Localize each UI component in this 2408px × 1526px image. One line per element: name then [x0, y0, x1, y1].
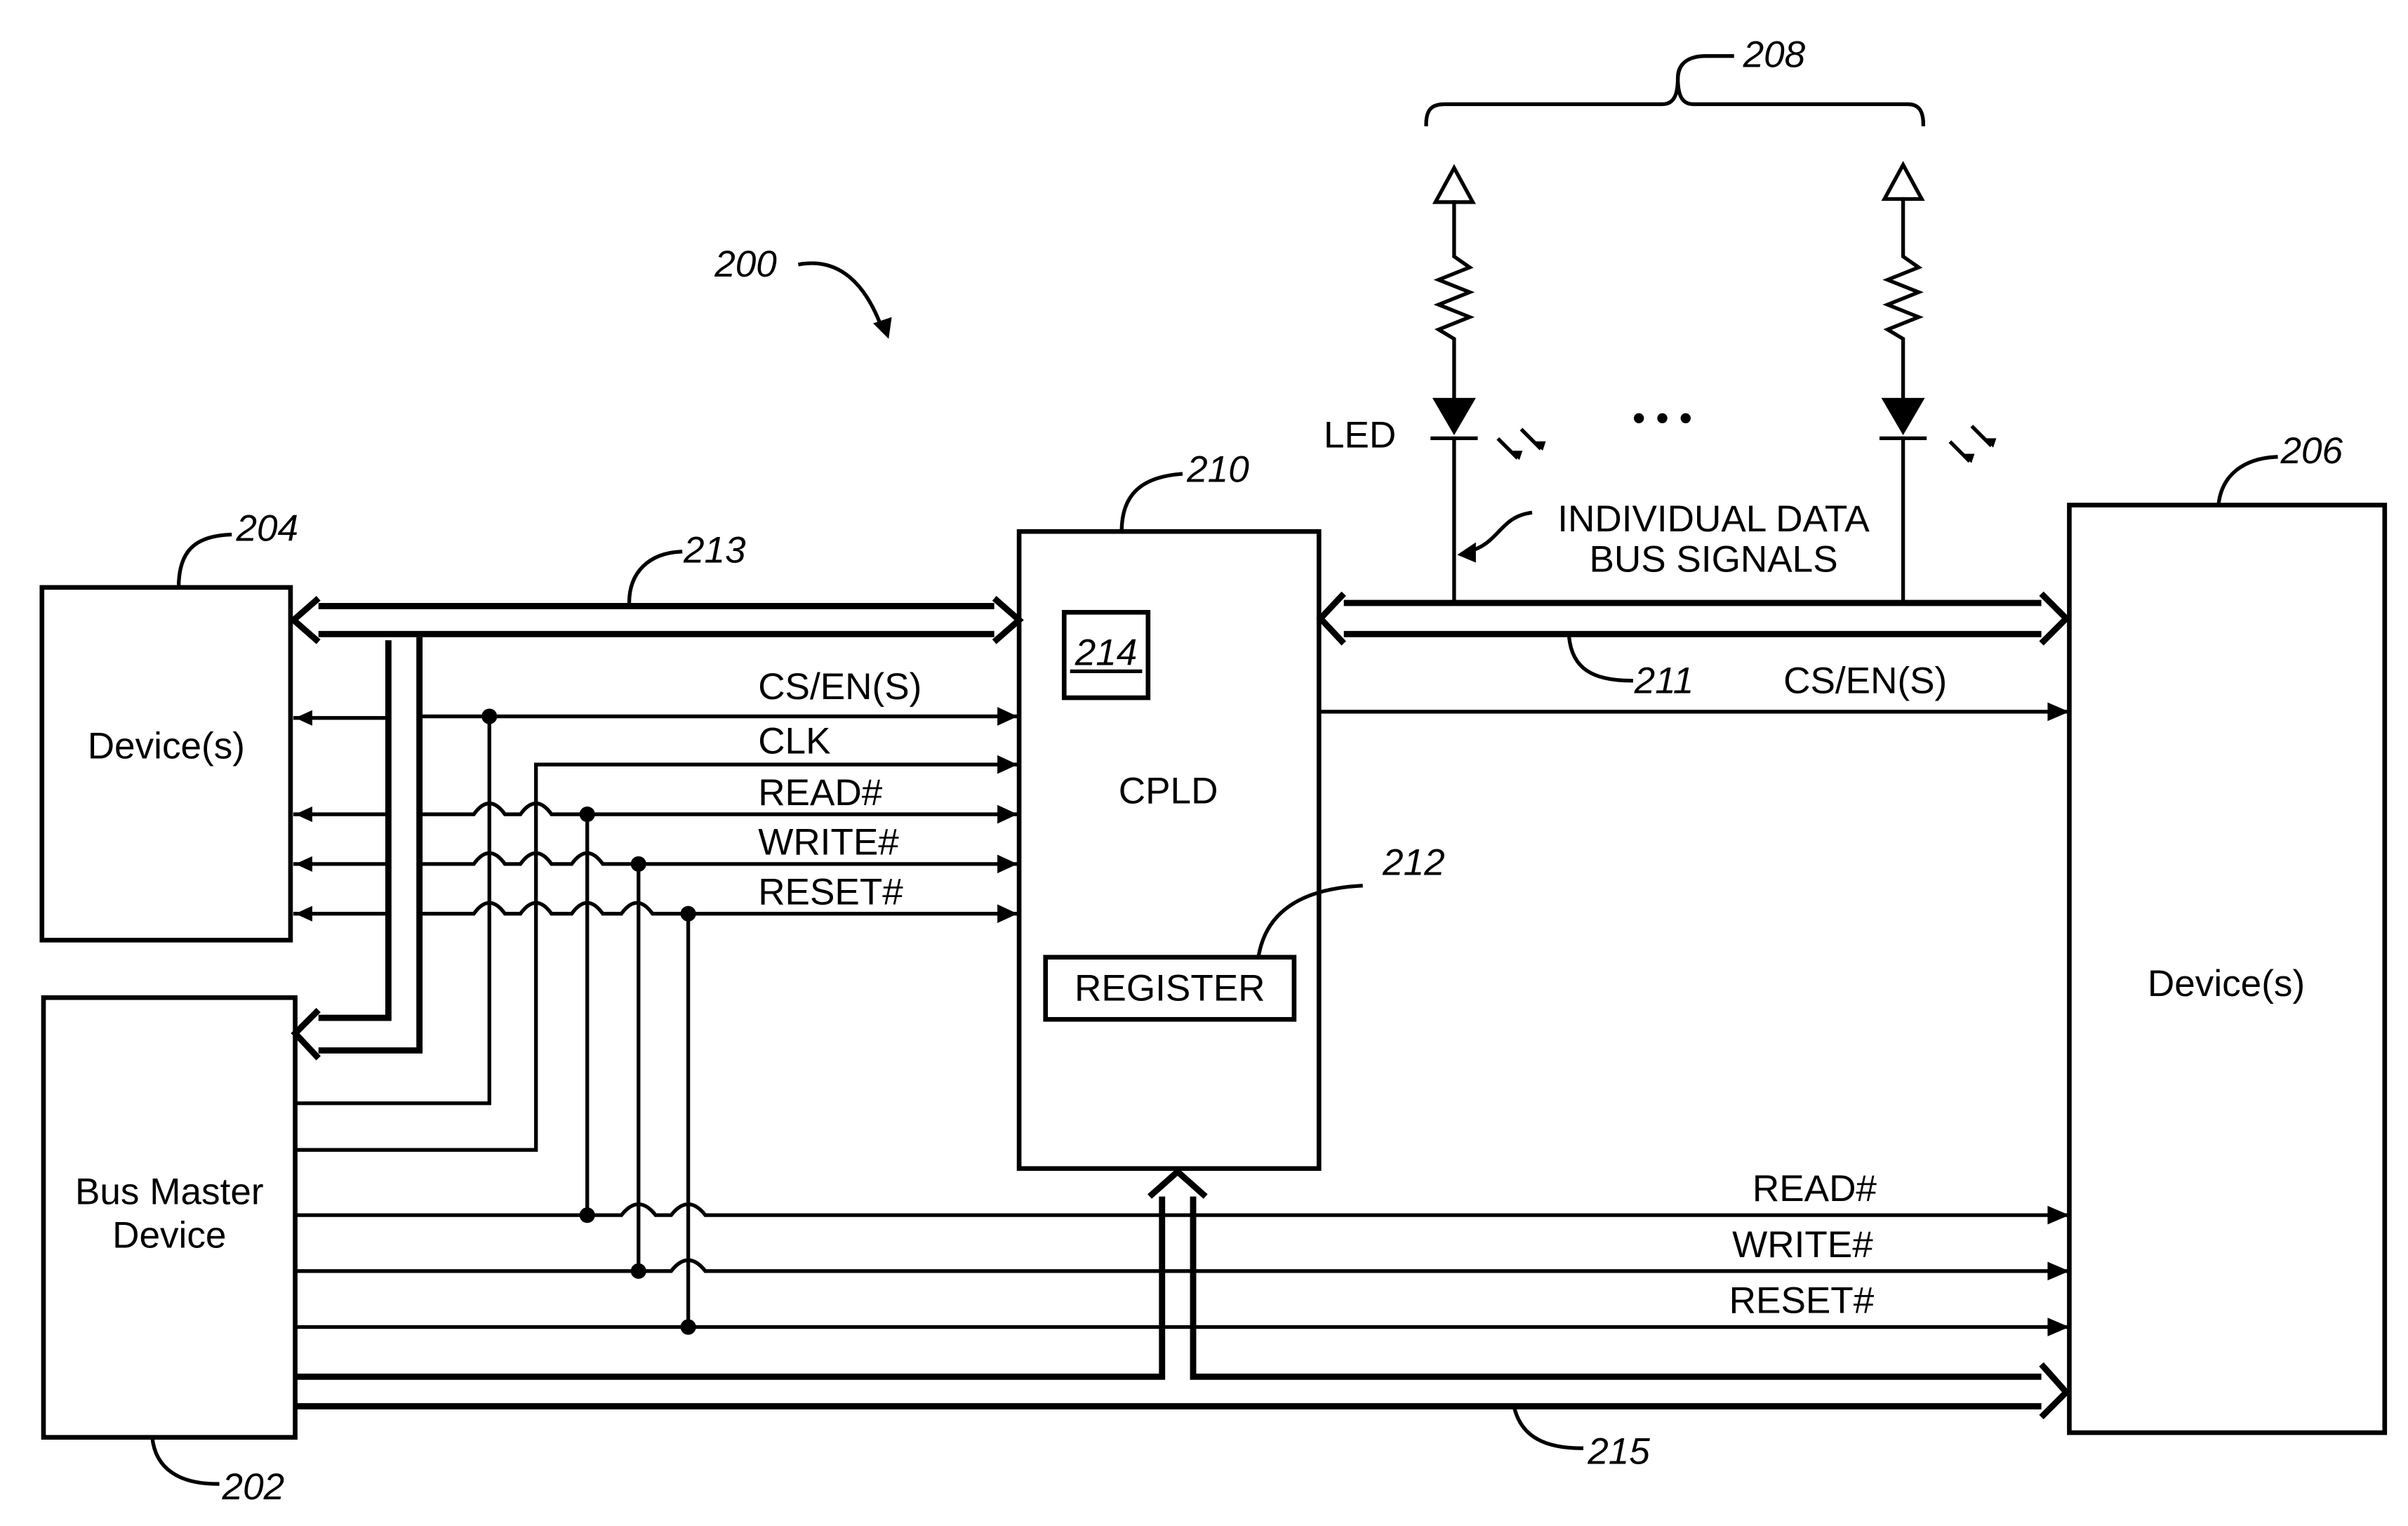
cpld-label: CPLD [1119, 771, 1218, 812]
bus-master-data-branch [291, 637, 423, 1061]
bus-master-label-2: Device [112, 1215, 226, 1256]
resistor-left-icon [1433, 200, 1475, 399]
power-rail-left-icon [1432, 164, 1476, 204]
led-group-brace [1424, 77, 1926, 126]
ref-210: 210 [1186, 449, 1249, 490]
right-signal-cs-en: CS/EN(S) [1783, 660, 1947, 701]
ref-213: 213 [683, 529, 746, 571]
ref-215-leader [1512, 1407, 1584, 1450]
ref-204: 204 [235, 507, 298, 549]
right-signal-write: WRITE# [1732, 1224, 1873, 1266]
ref-206: 206 [2280, 430, 2343, 472]
ref-211-leader [1566, 635, 1633, 683]
led-note-arrowhead-icon [1457, 542, 1476, 563]
ref-202-leader [150, 1435, 220, 1486]
left-signal-cs-en: CS/EN(S) [758, 666, 922, 708]
control-signals-left [293, 707, 1020, 923]
ref-215: 215 [1587, 1431, 1650, 1472]
led-label: LED [1324, 415, 1396, 456]
power-rail-right-icon [1881, 161, 1925, 201]
right-data-bus-211 [1316, 591, 2071, 646]
block-diagram: 200 Device(s) 204 Bus Master Device 202 … [39, 34, 2388, 1508]
led-right-icon [1881, 397, 1925, 435]
left-signal-read: READ# [758, 772, 883, 814]
devices-left-label: Device(s) [88, 725, 245, 767]
right-signal-reset: RESET# [1729, 1280, 1875, 1322]
ref-206-leader [2216, 455, 2278, 507]
right-signal-read: READ# [1752, 1168, 1877, 1209]
ref-211: 211 [1634, 660, 1694, 701]
ref-200: 200 [714, 244, 777, 285]
ref-200-arrowhead-icon [873, 317, 892, 339]
resistor-right-icon [1882, 197, 1924, 399]
ref-212: 212 [1382, 842, 1445, 883]
led-circuit-left [1430, 164, 1546, 605]
cpld-cs-en-arrowhead-icon [2047, 702, 2070, 722]
led-ellipsis: • • • [1632, 397, 1692, 439]
ref-204-leader [176, 532, 232, 590]
ref-210-leader [1119, 472, 1183, 533]
ref-202: 202 [222, 1466, 285, 1508]
left-signal-reset: RESET# [758, 871, 903, 913]
led-note-line-2: BUS SIGNALS [1589, 539, 1837, 580]
devices-right-label: Device(s) [2148, 963, 2305, 1004]
left-data-bus-213 [288, 596, 1024, 644]
led-note-line-1: INDIVIDUAL DATA [1557, 498, 1870, 540]
ref-208: 208 [1743, 34, 1806, 75]
bus-master-label-1: Bus Master [75, 1172, 264, 1213]
led-note-leader [1465, 510, 1533, 555]
register-label: REGISTER [1075, 968, 1265, 1009]
led-left-icon [1432, 397, 1476, 435]
ref-200-leader [797, 261, 885, 332]
ref-208-leader [1675, 54, 1734, 80]
ref-213-leader [627, 550, 683, 605]
left-signal-write: WRITE# [758, 822, 899, 863]
led-circuit-right [1879, 161, 1997, 605]
left-signal-clk: CLK [758, 721, 830, 762]
ref-214: 214 [1075, 632, 1138, 674]
